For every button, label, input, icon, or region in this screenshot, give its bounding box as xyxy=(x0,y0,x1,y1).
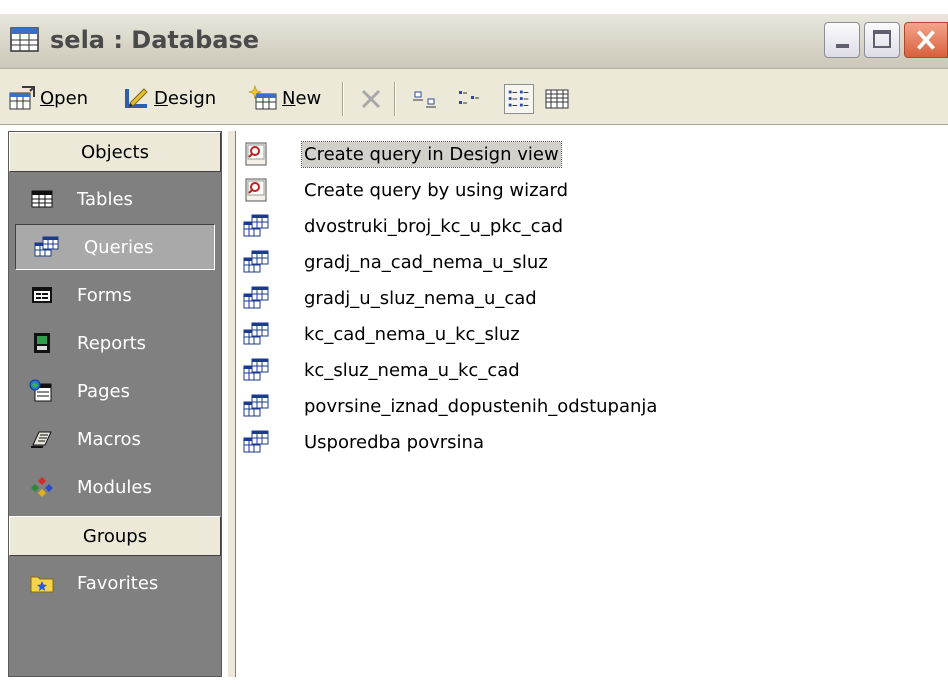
favorites-label: Favorites xyxy=(77,572,159,594)
table-icon xyxy=(31,190,53,208)
list-item-label: kc_sluz_nema_u_kc_cad xyxy=(304,359,520,381)
list-item[interactable]: povrsine_iznad_dopustenih_odstupanja xyxy=(242,391,922,421)
list-item-label: povrsine_iznad_dopustenih_odstupanja xyxy=(304,395,658,417)
large-icons-view-icon[interactable] xyxy=(410,84,440,114)
query-icon xyxy=(243,430,269,453)
groups-header[interactable]: Groups xyxy=(9,516,221,556)
list-item[interactable]: Create query in Design view xyxy=(242,139,922,169)
form-icon xyxy=(32,287,52,303)
objects-header[interactable]: Objects xyxy=(9,132,221,172)
minimize-icon xyxy=(836,44,849,48)
list-item-label: Create query by using wizard xyxy=(304,179,569,201)
window-title: sela : Database xyxy=(50,26,260,54)
design-label: esign xyxy=(167,87,217,109)
groups-item-favorites[interactable]: Favorites xyxy=(15,560,215,606)
list-item-label: dvostruki_broj_kc_u_pkc_cad xyxy=(304,215,564,237)
favorites-icon xyxy=(30,576,54,593)
objects-item-label: Pages xyxy=(77,380,130,402)
query-icon xyxy=(243,286,269,309)
small-icons-view-icon[interactable] xyxy=(454,84,484,114)
list-item-label: Usporedba povrsina xyxy=(304,431,484,453)
objects-item-label: Forms xyxy=(77,284,132,306)
maximize-button[interactable] xyxy=(864,22,900,58)
list-view-icon[interactable] xyxy=(504,84,534,114)
page-icon xyxy=(29,379,52,402)
title-bar[interactable]: sela : Database xyxy=(0,14,948,69)
new-icon xyxy=(248,85,277,110)
design-icon xyxy=(125,88,148,108)
list-item[interactable]: kc_cad_nema_u_kc_sluz xyxy=(242,319,922,349)
objects-bar-splitter[interactable] xyxy=(228,131,236,677)
objects-item-macros[interactable]: Macros xyxy=(15,416,215,462)
open-label-accel: O xyxy=(40,87,55,109)
list-item-label: Create query in Design view xyxy=(301,140,562,168)
macro-icon xyxy=(31,431,52,448)
objects-item-tables[interactable]: Tables xyxy=(15,176,215,222)
report-icon xyxy=(34,333,50,353)
new-button[interactable]: New xyxy=(248,84,321,112)
objects-item-reports[interactable]: Reports xyxy=(15,320,215,366)
list-item-label: gradj_u_sluz_nema_u_cad xyxy=(304,287,537,309)
database-toolbar: Open Design New xyxy=(0,76,948,120)
open-button[interactable]: Open xyxy=(8,84,88,112)
list-item[interactable]: kc_sluz_nema_u_kc_cad xyxy=(242,355,922,385)
list-item[interactable]: gradj_na_cad_nema_u_sluz xyxy=(242,247,922,277)
objects-bar: Objects Tables Queries Forms Reports Pag… xyxy=(8,131,222,677)
query-icon xyxy=(243,250,269,273)
list-item[interactable]: Usporedba povrsina xyxy=(242,427,922,457)
wizard-icon xyxy=(245,142,267,166)
new-label: ew xyxy=(295,87,322,109)
list-item-label: gradj_na_cad_nema_u_sluz xyxy=(304,251,548,273)
query-icon xyxy=(243,394,269,417)
design-label-accel: D xyxy=(154,87,168,109)
list-item[interactable]: gradj_u_sluz_nema_u_cad xyxy=(242,283,922,313)
delete-icon[interactable] xyxy=(356,84,386,114)
objects-item-label: Macros xyxy=(77,428,141,450)
objects-item-label: Reports xyxy=(77,332,147,354)
query-icon xyxy=(243,358,269,381)
open-label: pen xyxy=(54,87,89,109)
new-label-accel: N xyxy=(282,87,296,109)
objects-item-label: Tables xyxy=(77,188,133,210)
module-icon xyxy=(31,477,53,497)
maximize-icon xyxy=(873,30,891,48)
query-icon xyxy=(243,322,269,345)
details-view-icon[interactable] xyxy=(542,84,572,114)
design-button[interactable]: Design xyxy=(122,84,216,112)
open-icon xyxy=(9,86,35,110)
toolbar-separator xyxy=(394,82,396,116)
minimize-button[interactable] xyxy=(824,22,860,58)
database-window: sela : Database Open D esign N ew Object… xyxy=(0,14,948,688)
objects-item-modules[interactable]: Modules xyxy=(15,464,215,510)
query-icon xyxy=(243,214,269,237)
query-icon xyxy=(34,236,59,257)
objects-item-queries[interactable]: Queries xyxy=(15,224,215,270)
toolbar-separator xyxy=(342,82,344,116)
objects-item-forms[interactable]: Forms xyxy=(15,272,215,318)
close-button[interactable] xyxy=(904,22,948,58)
wizard-icon xyxy=(245,178,267,202)
objects-item-pages[interactable]: Pages xyxy=(15,368,215,414)
close-icon xyxy=(917,30,935,50)
objects-item-label: Modules xyxy=(77,476,152,498)
database-main-panel: Objects Tables Queries Forms Reports Pag… xyxy=(0,124,948,688)
list-item-label: kc_cad_nema_u_kc_sluz xyxy=(304,323,520,345)
list-item[interactable]: Create query by using wizard xyxy=(242,175,922,205)
database-window-icon xyxy=(10,27,39,52)
objects-item-label: Queries xyxy=(84,236,154,258)
list-item[interactable]: dvostruki_broj_kc_u_pkc_cad xyxy=(242,211,922,241)
